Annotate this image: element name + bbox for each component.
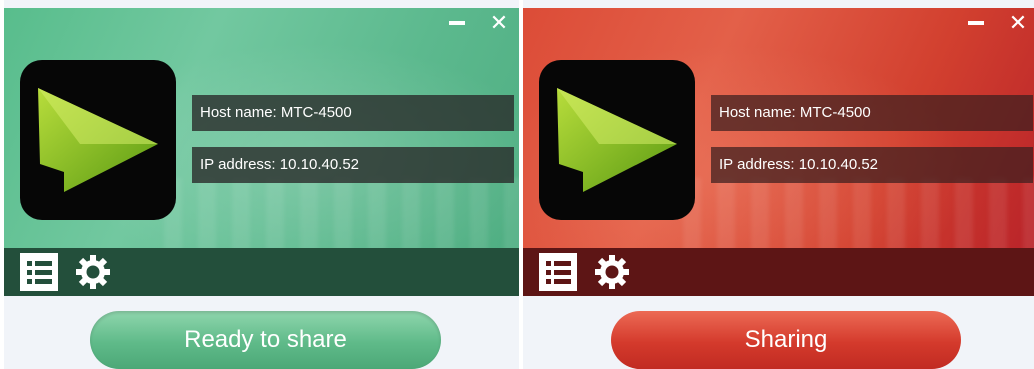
settings-button[interactable] [74,253,112,291]
list-icon [27,261,52,284]
toolbar [4,248,519,296]
list-button[interactable] [20,253,58,291]
host-name-field: Host name: MTC-4500 [711,95,1033,131]
play-arrow-icon [38,88,158,192]
host-name-label: Host name: [200,104,277,121]
settings-button[interactable] [593,253,631,291]
host-name-value: MTC-4500 [280,104,352,121]
minimize-button[interactable] [447,12,467,34]
gear-icon [595,255,629,289]
ip-address-value: 10.10.40.52 [798,156,879,173]
window-controls: ✕ [966,12,1028,34]
host-name-field: Host name: MTC-4500 [192,95,514,131]
header-area: ✕ Host name: MTC-4500 IP address: 10.10.40… [4,8,519,248]
close-icon: ✕ [1008,10,1028,35]
ip-address-value: 10.10.40.52 [279,156,360,173]
minimize-icon [449,21,465,25]
ip-address-label: IP address: [200,156,276,173]
close-button[interactable]: ✕ [489,12,509,34]
close-button[interactable]: ✕ [1008,12,1028,34]
toolbar [523,248,1034,296]
list-button[interactable] [539,253,577,291]
gear-icon [76,255,110,289]
sharing-panel: ✕ Host name: MTC-4500 IP address: 10.10.40… [523,0,1034,369]
app-logo [20,60,176,220]
header-area: ✕ Host name: MTC-4500 IP address: 10.10.40… [523,8,1034,248]
status-button[interactable]: Ready to share [90,311,441,369]
ip-address-field: IP address: 10.10.40.52 [711,147,1033,183]
host-name-label: Host name: [719,104,796,121]
ip-address-label: IP address: [719,156,795,173]
play-arrow-icon [557,88,677,192]
app-logo [539,60,695,220]
minimize-button[interactable] [966,12,986,34]
minimize-icon [968,21,984,25]
status-button[interactable]: Sharing [611,311,961,369]
host-name-value: MTC-4500 [799,104,871,121]
close-icon: ✕ [489,10,509,35]
list-icon [546,261,571,284]
ready-panel: ✕ Host name: MTC-4500 IP address: 10.10.40… [4,0,519,369]
ip-address-field: IP address: 10.10.40.52 [192,147,514,183]
window-controls: ✕ [447,12,509,34]
